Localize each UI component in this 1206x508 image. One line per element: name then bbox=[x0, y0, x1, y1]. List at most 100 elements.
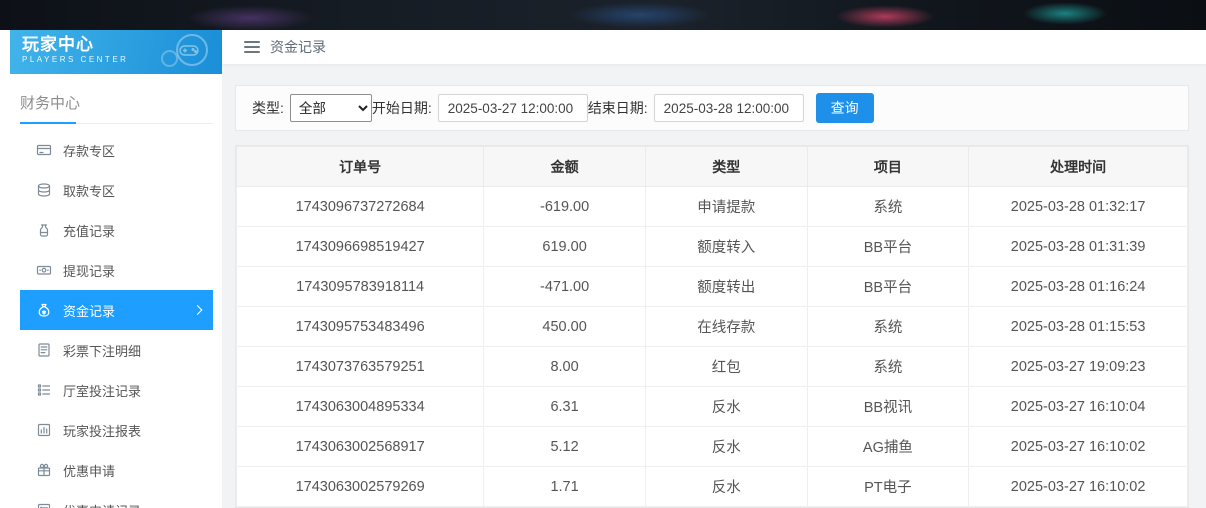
table-cell: BB平台 bbox=[807, 267, 969, 307]
table-row: 17430630025689175.12反水AG捕鱼2025-03-27 16:… bbox=[237, 427, 1188, 467]
sidebar-item-1[interactable]: 取款专区 bbox=[20, 170, 213, 210]
table-cell: AG捕鱼 bbox=[807, 427, 969, 467]
table-cell: BB视讯 bbox=[807, 387, 969, 427]
sidebar: 玩家中心 PLAYERS CENTER 财务中心 存款专区 取款专区 充值记录 … bbox=[0, 30, 222, 508]
main-area: 资金记录 类型: 全部 开始日期: 结束日期: 查询 bbox=[222, 30, 1206, 508]
hamburger-menu-icon[interactable] bbox=[244, 41, 260, 53]
table-cell: 2025-03-28 01:16:24 bbox=[969, 267, 1188, 307]
table-cell: 1743063002579269 bbox=[237, 467, 484, 507]
sidebar-item-0[interactable]: 存款专区 bbox=[20, 130, 213, 170]
sidebar-item-2[interactable]: 充值记录 bbox=[20, 210, 213, 250]
table-row: 17430630025792691.71反水PT电子2025-03-27 16:… bbox=[237, 467, 1188, 507]
table-cell: 系统 bbox=[807, 347, 969, 387]
sidebar-item-label: 充值记录 bbox=[63, 221, 115, 240]
sidebar-item-6[interactable]: 厅室投注记录 bbox=[20, 370, 213, 410]
sidebar-item-label: 取款专区 bbox=[63, 181, 115, 200]
end-date-label: 结束日期: bbox=[588, 98, 648, 118]
promo-record-icon bbox=[36, 502, 52, 508]
end-date-input[interactable] bbox=[654, 94, 804, 122]
player-report-icon bbox=[36, 422, 52, 438]
sidebar-item-label: 资金记录 bbox=[63, 301, 115, 320]
table-cell: 1743096737272684 bbox=[237, 187, 484, 227]
sidebar-item-label: 提现记录 bbox=[63, 261, 115, 280]
gamepad-icon bbox=[178, 42, 200, 63]
lottery-detail-icon bbox=[36, 342, 52, 358]
sidebar-item-label: 厅室投注记录 bbox=[63, 381, 141, 400]
sidebar-section-title: 财务中心 bbox=[20, 92, 213, 124]
table-cell: 1743095753483496 bbox=[237, 307, 484, 347]
table-cell: 1743063002568917 bbox=[237, 427, 484, 467]
sidebar-item-label: 优惠申请记录 bbox=[63, 501, 141, 508]
sidebar-item-8[interactable]: 优惠申请 bbox=[20, 450, 213, 490]
filter-bar: 类型: 全部 开始日期: 结束日期: 查询 bbox=[235, 85, 1189, 131]
table-row: 1743095783918114-471.00额度转出BB平台2025-03-2… bbox=[237, 267, 1188, 307]
table-cell: 619.00 bbox=[484, 227, 646, 267]
promo-apply-icon bbox=[36, 462, 52, 478]
column-header: 金额 bbox=[484, 147, 646, 187]
table-cell: 1743063004895334 bbox=[237, 387, 484, 427]
column-header: 处理时间 bbox=[969, 147, 1188, 187]
table-cell: 6.31 bbox=[484, 387, 646, 427]
table-row: 1743096698519427619.00额度转入BB平台2025-03-28… bbox=[237, 227, 1188, 267]
table-cell: 2025-03-27 19:09:23 bbox=[969, 347, 1188, 387]
sidebar-item-4[interactable]: 资金记录 bbox=[20, 290, 213, 330]
table-cell: 系统 bbox=[807, 307, 969, 347]
withdraw-coins-icon bbox=[36, 182, 52, 198]
type-label: 类型: bbox=[252, 98, 284, 118]
table-cell: 2025-03-27 16:10:02 bbox=[969, 467, 1188, 507]
search-button[interactable]: 查询 bbox=[816, 93, 874, 123]
table-cell: BB平台 bbox=[807, 227, 969, 267]
table-cell: 申请提款 bbox=[645, 187, 807, 227]
table-cell: 1743095783918114 bbox=[237, 267, 484, 307]
deposit-card-icon bbox=[36, 142, 52, 158]
hall-bet-icon bbox=[36, 382, 52, 398]
table-cell: 2025-03-27 16:10:02 bbox=[969, 427, 1188, 467]
sidebar-item-9[interactable]: 优惠申请记录 bbox=[20, 490, 213, 508]
table-cell: 额度转出 bbox=[645, 267, 807, 307]
table-cell: 5.12 bbox=[484, 427, 646, 467]
table-row: 1743096737272684-619.00申请提款系统2025-03-28 … bbox=[237, 187, 1188, 227]
column-header: 订单号 bbox=[237, 147, 484, 187]
breadcrumb: 资金记录 bbox=[222, 30, 1206, 65]
recharge-record-icon bbox=[36, 222, 52, 238]
table-cell: 1.71 bbox=[484, 467, 646, 507]
records-table-panel: 订单号金额类型项目处理时间 1743096737272684-619.00申请提… bbox=[235, 145, 1189, 508]
table-header-row: 订单号金额类型项目处理时间 bbox=[237, 147, 1188, 187]
table-cell: -471.00 bbox=[484, 267, 646, 307]
column-header: 项目 bbox=[807, 147, 969, 187]
chevron-right-icon bbox=[193, 305, 203, 315]
sidebar-item-label: 玩家投注报表 bbox=[63, 421, 141, 440]
content: 类型: 全部 开始日期: 结束日期: 查询 订单号金额类型项目处理时间 bbox=[222, 65, 1206, 508]
table-cell: PT电子 bbox=[807, 467, 969, 507]
table-cell: 额度转入 bbox=[645, 227, 807, 267]
sidebar-item-5[interactable]: 彩票下注明细 bbox=[20, 330, 213, 370]
table-row: 1743095753483496450.00在线存款系统2025-03-28 0… bbox=[237, 307, 1188, 347]
column-header: 类型 bbox=[645, 147, 807, 187]
desktop-wallpaper-strip bbox=[0, 0, 1206, 30]
sidebar-header: 玩家中心 PLAYERS CENTER bbox=[10, 30, 222, 74]
table-row: 17430630048953346.31反水BB视讯2025-03-27 16:… bbox=[237, 387, 1188, 427]
table-cell: 2025-03-28 01:32:17 bbox=[969, 187, 1188, 227]
table-cell: -619.00 bbox=[484, 187, 646, 227]
sidebar-item-label: 存款专区 bbox=[63, 141, 115, 160]
sidebar-item-label: 优惠申请 bbox=[63, 461, 115, 480]
records-table: 订单号金额类型项目处理时间 1743096737272684-619.00申请提… bbox=[236, 146, 1188, 507]
table-cell: 1743073763579251 bbox=[237, 347, 484, 387]
table-body: 1743096737272684-619.00申请提款系统2025-03-28 … bbox=[237, 187, 1188, 507]
sidebar-item-3[interactable]: 提现记录 bbox=[20, 250, 213, 290]
sidebar-item-label: 彩票下注明细 bbox=[63, 341, 141, 360]
table-cell: 8.00 bbox=[484, 347, 646, 387]
table-cell: 450.00 bbox=[484, 307, 646, 347]
start-date-label: 开始日期: bbox=[372, 98, 432, 118]
table-cell: 反水 bbox=[645, 467, 807, 507]
funds-record-icon bbox=[36, 302, 52, 318]
table-cell: 反水 bbox=[645, 427, 807, 467]
table-row: 17430737635792518.00红包系统2025-03-27 19:09… bbox=[237, 347, 1188, 387]
start-date-input[interactable] bbox=[438, 94, 588, 122]
table-cell: 系统 bbox=[807, 187, 969, 227]
sidebar-item-7[interactable]: 玩家投注报表 bbox=[20, 410, 213, 450]
table-cell: 2025-03-28 01:15:53 bbox=[969, 307, 1188, 347]
sidebar-menu: 存款专区 取款专区 充值记录 提现记录 资金记录 彩票下注明细 厅室投注记录 玩… bbox=[0, 130, 222, 508]
table-cell: 2025-03-27 16:10:04 bbox=[969, 387, 1188, 427]
type-select[interactable]: 全部 bbox=[290, 94, 372, 122]
